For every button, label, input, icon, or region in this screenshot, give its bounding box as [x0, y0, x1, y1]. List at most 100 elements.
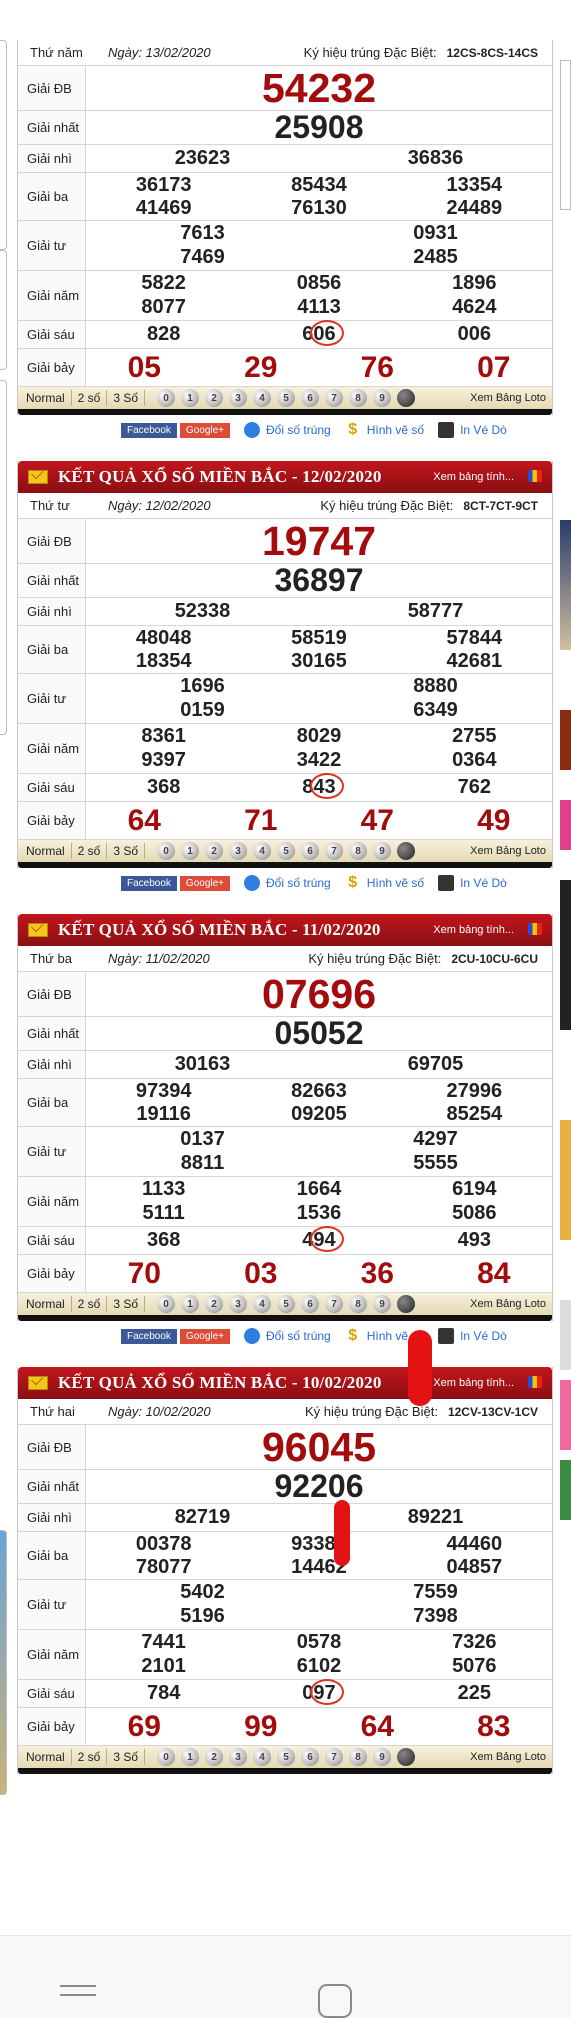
mode-option[interactable]: 3 Số [107, 1749, 146, 1765]
digit-ball[interactable]: 1 [181, 1748, 200, 1766]
mode-option[interactable]: Normal [18, 1749, 72, 1765]
digit-ball[interactable]: 2 [205, 842, 224, 860]
sidebar-thumb[interactable] [560, 1460, 571, 1520]
digit-ball[interactable]: 6 [301, 389, 320, 407]
chart-icon[interactable] [528, 923, 542, 935]
in-ve-link[interactable]: In Vé Dò [438, 875, 507, 891]
digit-ball[interactable]: 8 [349, 1295, 368, 1313]
digit-ball[interactable]: 4 [253, 842, 272, 860]
digit-ball[interactable]: 3 [229, 389, 248, 407]
digit-ball[interactable]: 4 [253, 1748, 272, 1766]
digit-ball[interactable]: 9 [373, 1295, 392, 1313]
digit-ball[interactable]: 3 [229, 1295, 248, 1313]
mode-option[interactable]: 2 số [72, 1749, 108, 1765]
digit-ball[interactable]: 5 [277, 1295, 296, 1313]
prize-values: 70 03 36 84 [86, 1255, 552, 1292]
sidebar-thumb[interactable] [560, 880, 571, 1030]
hinh-ve-link[interactable]: $ Hình vẽ số [345, 422, 424, 438]
digit-ball[interactable]: 6 [301, 1295, 320, 1313]
sidebar-thumb[interactable] [560, 710, 571, 770]
mode-option[interactable]: 2 số [72, 390, 108, 406]
mode-option[interactable]: Normal [18, 1296, 72, 1312]
facebook-button[interactable]: Facebook [121, 422, 177, 438]
prize-number: 30165 [291, 650, 347, 673]
digit-ball[interactable]: 0 [157, 842, 176, 860]
reset-ball-icon[interactable] [397, 1295, 416, 1313]
digit-ball[interactable]: 3 [229, 1748, 248, 1766]
right-sidebar-strip [560, 40, 571, 1940]
digit-ball[interactable]: 5 [277, 1748, 296, 1766]
digit-ball[interactable]: 8 [349, 842, 368, 860]
sidebar-thumb[interactable] [560, 1380, 571, 1450]
google-plus-button[interactable]: Google+ [179, 422, 231, 438]
sidebar-thumb[interactable] [560, 1120, 571, 1240]
in-ve-link[interactable]: In Vé Dò [438, 1328, 507, 1344]
digit-ball[interactable]: 9 [373, 389, 392, 407]
mode-option[interactable]: 2 số [72, 843, 108, 859]
prize-number: 69705 [407, 1053, 464, 1075]
digit-ball[interactable]: 5 [277, 389, 296, 407]
digit-ball[interactable]: 0 [157, 1748, 176, 1766]
digit-ball[interactable]: 1 [181, 842, 200, 860]
digit-ball[interactable]: 2 [205, 389, 224, 407]
mode-option[interactable]: 3 Số [107, 390, 146, 406]
result-title: KẾT QUẢ XỔ SỐ MIỀN BẮC - 10/02/2020 [58, 1373, 382, 1392]
digit-ball[interactable]: 0 [157, 389, 176, 407]
mode-option[interactable]: 3 Số [107, 843, 146, 859]
digit-ball[interactable]: 8 [349, 1748, 368, 1766]
digit-ball[interactable]: 1 [181, 389, 200, 407]
digit-ball[interactable]: 4 [253, 389, 272, 407]
reset-ball-icon[interactable] [397, 389, 416, 407]
mode-option[interactable]: Normal [18, 843, 72, 859]
digit-ball[interactable]: 7 [325, 842, 344, 860]
digit-ball[interactable]: 2 [205, 1748, 224, 1766]
xem-bang-loto-link[interactable]: Xem Bảng Loto [470, 1298, 552, 1310]
google-plus-button[interactable]: Google+ [179, 875, 231, 891]
hinh-ve-link[interactable]: $ Hình vẽ số [345, 875, 424, 891]
digit-ball[interactable]: 0 [157, 1295, 176, 1313]
digit-ball[interactable]: 7 [325, 1748, 344, 1766]
xem-bang-loto-link[interactable]: Xem Bảng Loto [470, 845, 552, 857]
digit-ball[interactable]: 8 [349, 389, 368, 407]
home-icon[interactable] [318, 1984, 352, 2018]
digit-ball[interactable]: 9 [373, 1748, 392, 1766]
digit-ball[interactable]: 4 [253, 1295, 272, 1313]
digit-ball[interactable]: 3 [229, 842, 248, 860]
sidebar-thumb[interactable] [560, 60, 571, 210]
xem-bang-tinh-link[interactable]: Xem bảng tính... [433, 924, 514, 936]
digit-ball[interactable]: 7 [325, 1295, 344, 1313]
reset-ball-icon[interactable] [397, 842, 416, 860]
doi-so-link[interactable]: Đổi số trúng [244, 1328, 331, 1344]
facebook-button[interactable]: Facebook [121, 875, 177, 891]
menu-icon[interactable] [60, 1985, 96, 2005]
prize-label: Giải nhất [18, 1470, 86, 1503]
mode-option[interactable]: 3 Số [107, 1296, 146, 1312]
reset-ball-icon[interactable] [397, 1748, 416, 1766]
facebook-button[interactable]: Facebook [121, 1328, 177, 1344]
digit-ball[interactable]: 6 [301, 842, 320, 860]
google-plus-button[interactable]: Google+ [179, 1328, 231, 1344]
sidebar-thumb[interactable] [560, 800, 571, 850]
xem-bang-loto-link[interactable]: Xem Bảng Loto [470, 392, 552, 404]
prize-values: 7613 0931 7469 2485 [86, 221, 552, 270]
chart-icon[interactable] [528, 1376, 542, 1388]
xem-bang-loto-link[interactable]: Xem Bảng Loto [470, 1751, 552, 1763]
digit-ball[interactable]: 9 [373, 842, 392, 860]
mode-option[interactable]: Normal [18, 390, 72, 406]
digit-ball[interactable]: 7 [325, 389, 344, 407]
doi-so-link[interactable]: Đổi số trúng [244, 422, 331, 438]
digit-ball[interactable]: 2 [205, 1295, 224, 1313]
xem-bang-tinh-link[interactable]: Xem bảng tính... [433, 1377, 514, 1389]
sidebar-thumb[interactable] [560, 520, 571, 650]
sidebar-thumb[interactable] [560, 1300, 571, 1370]
result-header: KẾT QUẢ XỔ SỐ MIỀN BẮC - 10/02/2020 Xem b… [18, 1367, 552, 1399]
digit-ball[interactable]: 6 [301, 1748, 320, 1766]
in-ve-link[interactable]: In Vé Dò [438, 422, 507, 438]
digit-ball[interactable]: 1 [181, 1295, 200, 1313]
digit-ball[interactable]: 5 [277, 842, 296, 860]
doi-so-link[interactable]: Đổi số trúng [244, 875, 331, 891]
mode-option[interactable]: 2 số [72, 1296, 108, 1312]
chart-icon[interactable] [528, 470, 542, 482]
xem-bang-tinh-link[interactable]: Xem bảng tính... [433, 471, 514, 483]
hinh-ve-label: Hình vẽ số [366, 423, 425, 437]
